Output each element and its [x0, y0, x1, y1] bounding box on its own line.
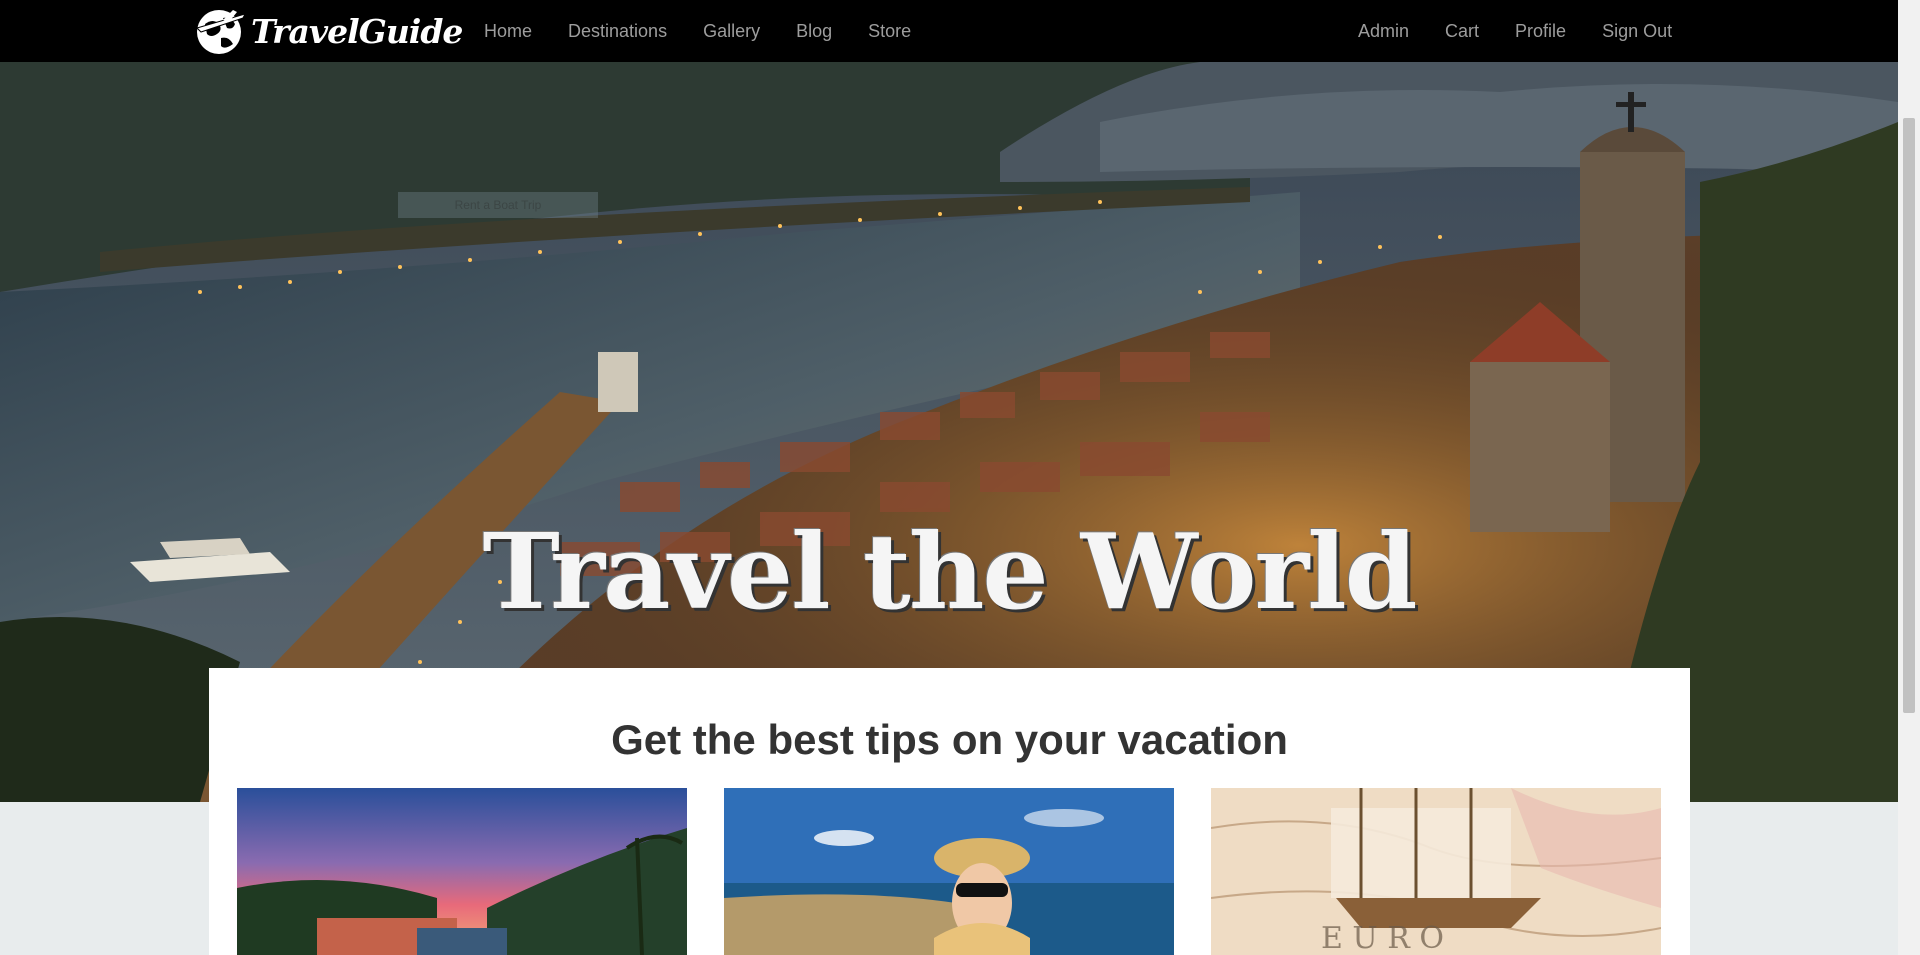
- nav-store[interactable]: Store: [850, 21, 929, 42]
- nav-cart[interactable]: Cart: [1427, 21, 1497, 42]
- svg-text:E U R O: E U R O: [1321, 921, 1444, 955]
- page-scrollbar[interactable]: [1898, 0, 1920, 955]
- nav-admin[interactable]: Admin: [1340, 21, 1427, 42]
- traveler-image: [724, 788, 1174, 955]
- brand-name: TravelGuide: [251, 11, 463, 51]
- nav-left: Home Destinations Gallery Blog Store: [465, 0, 929, 62]
- brand-logo[interactable]: TravelGuide: [193, 4, 463, 58]
- map-ship-image: E U R O: [1211, 788, 1661, 955]
- scrollbar-thumb[interactable]: [1903, 118, 1915, 713]
- nav-blog[interactable]: Blog: [778, 21, 850, 42]
- nav-destinations[interactable]: Destinations: [550, 21, 685, 42]
- tip-card-tropical[interactable]: [237, 788, 687, 955]
- tip-card-map[interactable]: E U R O: [1211, 788, 1661, 955]
- tips-heading: Get the best tips on your vacation: [611, 716, 1288, 763]
- nav-right: Admin Cart Profile Sign Out: [1340, 0, 1690, 62]
- hero-title: Travel the World: [482, 510, 1417, 633]
- nav-sign-out[interactable]: Sign Out: [1584, 21, 1690, 42]
- globe-icon: [196, 10, 246, 54]
- nav-gallery[interactable]: Gallery: [685, 21, 778, 42]
- rent-boat-button[interactable]: Rent a Boat Trip: [398, 192, 598, 218]
- tips-panel: Get the best tips on your vacation E U R…: [209, 668, 1690, 955]
- tropical-image: [237, 788, 687, 955]
- nav-home[interactable]: Home: [465, 21, 550, 42]
- tip-card-traveler[interactable]: [724, 788, 1174, 955]
- navbar: TravelGuide Home Destinations Gallery Bl…: [0, 0, 1898, 62]
- nav-profile[interactable]: Profile: [1497, 21, 1584, 42]
